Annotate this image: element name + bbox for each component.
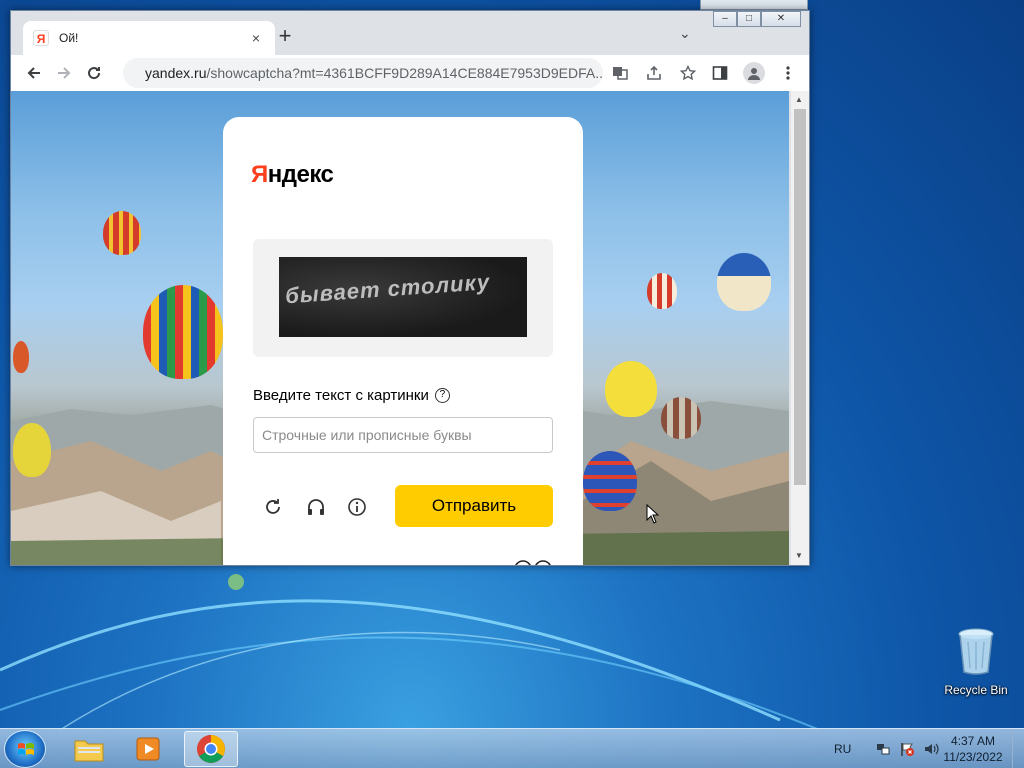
recycle-bin-label: Recycle Bin xyxy=(944,683,1008,697)
address-bar[interactable]: yandex.ru/showcaptcha?mt=4361BCFF9D289A1… xyxy=(123,58,603,88)
balloon-decoration xyxy=(103,211,141,255)
yandex-logo: Яндекс xyxy=(251,161,334,188)
url-path: /showcaptcha?mt=4361BCFF9D289A14CE884E79… xyxy=(206,65,603,81)
translate-icon[interactable] xyxy=(605,58,635,88)
balloon-decoration xyxy=(605,361,657,417)
clock-time: 4:37 AM xyxy=(950,734,996,748)
window-caption-buttons: – □ ✕ xyxy=(713,11,801,27)
browser-window: – □ ✕ Я Ой! × + ⌄ yandex.ru/showcaptcha?… xyxy=(10,10,810,566)
tab-title: Ой! xyxy=(59,31,79,45)
close-window-button[interactable]: ✕ xyxy=(761,11,801,27)
tab-active[interactable]: Я Ой! × xyxy=(23,21,275,55)
captcha-image-container: бывает столику xyxy=(253,239,553,357)
balloon-decoration xyxy=(647,273,677,309)
balloon-decoration xyxy=(143,285,223,379)
browser-toolbar: yandex.ru/showcaptcha?mt=4361BCFF9D289A1… xyxy=(11,55,809,91)
headphones-icon xyxy=(308,499,324,515)
recycle-bin-icon xyxy=(958,628,994,675)
background-window-edge xyxy=(700,0,808,10)
recycle-bin-desktop-icon[interactable]: Recycle Bin xyxy=(938,628,1014,697)
balloon-decoration xyxy=(13,423,51,477)
volume-icon[interactable] xyxy=(923,741,939,757)
network-icon[interactable] xyxy=(875,741,891,757)
captcha-prompt-label: Введите текст с картинки xyxy=(253,387,429,404)
action-center-flag-icon[interactable] xyxy=(899,741,915,757)
info-button[interactable] xyxy=(343,493,371,521)
balloon-decoration xyxy=(13,341,29,373)
language-indicator[interactable]: RU xyxy=(834,742,851,756)
start-button[interactable] xyxy=(4,730,46,768)
scroll-down-icon[interactable]: ▼ xyxy=(795,551,803,560)
forward-arrow-icon xyxy=(58,67,71,79)
url-host: yandex.ru xyxy=(145,65,207,81)
balloon-decoration xyxy=(661,397,701,439)
windows-logo-icon xyxy=(18,743,34,755)
profile-button[interactable] xyxy=(739,58,769,88)
omnibox-actions xyxy=(605,58,703,88)
reload-button[interactable] xyxy=(79,58,109,88)
media-player-icon xyxy=(136,737,160,761)
tab-strip: Я Ой! × + ⌄ xyxy=(11,11,809,55)
minimize-button[interactable]: – xyxy=(713,11,737,27)
tab-search-button[interactable]: ⌄ xyxy=(679,25,691,42)
captcha-distorted-text: бывает столику xyxy=(284,269,491,309)
balloon-decoration xyxy=(717,253,771,311)
help-icon[interactable]: ? xyxy=(434,388,450,403)
balloon-decoration xyxy=(583,451,637,511)
desktop-wallpaper-swirl xyxy=(0,574,821,730)
bookmark-star-icon[interactable] xyxy=(673,58,703,88)
page-scrollbar[interactable]: ▲ ▼ xyxy=(791,91,809,565)
refresh-captcha-button[interactable] xyxy=(259,493,287,521)
avatar xyxy=(743,62,765,84)
forward-button[interactable] xyxy=(49,58,79,88)
partial-icon xyxy=(515,560,551,565)
info-icon xyxy=(348,498,366,516)
back-button[interactable] xyxy=(19,58,49,88)
yandex-favicon-icon: Я xyxy=(33,30,49,46)
taskbar-clock[interactable]: 4:37 AM 11/23/2022 xyxy=(940,733,1006,765)
taskbar-media-player[interactable] xyxy=(122,731,176,767)
side-panel-icon[interactable] xyxy=(705,58,735,88)
captcha-input[interactable] xyxy=(253,417,553,453)
taskbar-explorer[interactable] xyxy=(62,731,116,767)
kebab-menu-icon[interactable] xyxy=(773,58,803,88)
browser-right-tools xyxy=(705,58,803,88)
tab-close-icon[interactable]: × xyxy=(247,30,265,46)
chrome-icon xyxy=(197,735,225,763)
taskbar-chrome[interactable] xyxy=(184,731,238,767)
captcha-image: бывает столику xyxy=(279,257,527,337)
refresh-icon xyxy=(266,499,280,514)
maximize-button[interactable]: □ xyxy=(737,11,761,27)
back-arrow-icon xyxy=(27,67,40,79)
folder-icon xyxy=(74,740,104,762)
submit-button[interactable]: Отправить xyxy=(395,485,553,527)
scroll-up-icon[interactable]: ▲ xyxy=(795,95,803,104)
audio-captcha-button[interactable] xyxy=(302,493,330,521)
share-icon[interactable] xyxy=(639,58,669,88)
new-tab-button[interactable]: + xyxy=(273,23,297,49)
mouse-cursor-icon xyxy=(646,504,660,524)
captcha-prompt: Введите текст с картинки ? xyxy=(253,387,450,404)
scroll-thumb[interactable] xyxy=(794,109,806,485)
reload-icon xyxy=(88,67,101,80)
taskbar: RU 4:37 AM 11/23/2022 xyxy=(0,728,1024,768)
captcha-card: Яндекс бывает столику Введите текст с ка… xyxy=(223,117,583,565)
show-desktop-button[interactable] xyxy=(1012,729,1024,768)
clock-date: 11/23/2022 xyxy=(943,750,1003,764)
system-tray: RU xyxy=(834,729,939,768)
page-content: Яндекс бывает столику Введите текст с ка… xyxy=(11,91,789,565)
